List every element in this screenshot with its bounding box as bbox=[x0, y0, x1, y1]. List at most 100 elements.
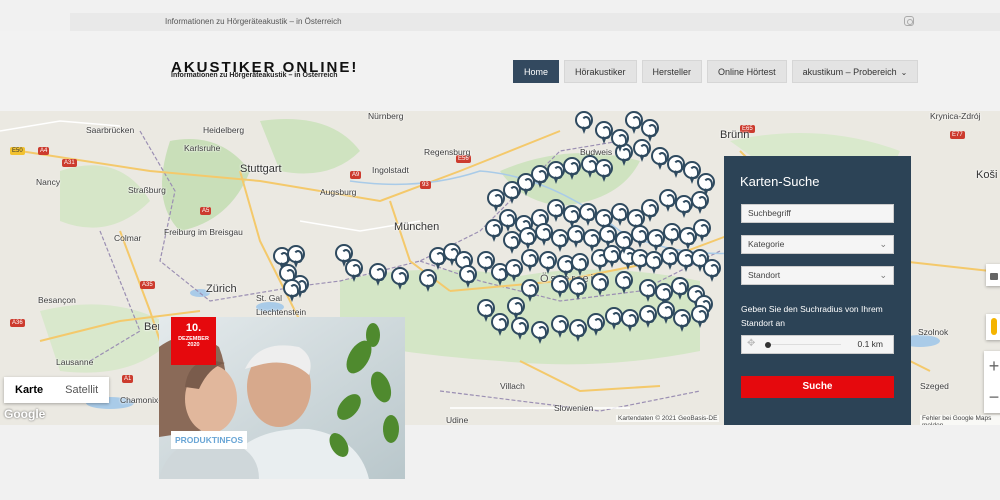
hearing-aid-marker-icon[interactable] bbox=[551, 275, 569, 299]
hearing-aid-marker-icon[interactable] bbox=[615, 271, 633, 295]
hearing-aid-marker-icon[interactable] bbox=[659, 189, 677, 213]
marker-head bbox=[691, 191, 709, 209]
marker-head bbox=[697, 173, 715, 191]
hearing-aid-marker-icon[interactable] bbox=[691, 191, 709, 215]
hearing-aid-marker-icon[interactable] bbox=[675, 195, 693, 219]
map-label-zurich: Zürich bbox=[206, 283, 237, 295]
hearing-aid-marker-icon[interactable] bbox=[547, 199, 565, 223]
nav-item-hoerakustiker[interactable]: Hörakustiker bbox=[564, 60, 637, 83]
chevron-down-icon: ⌄ bbox=[879, 239, 887, 249]
map-label-slowenien: Slowenien bbox=[554, 403, 594, 413]
map-error-report-link[interactable]: Fehler bei Google Maps melden bbox=[920, 415, 1000, 425]
hearing-aid-marker-icon[interactable] bbox=[611, 203, 629, 227]
hearing-aid-marker-icon[interactable] bbox=[673, 309, 691, 333]
highway-shield: E50 bbox=[10, 147, 25, 155]
pegman-icon[interactable] bbox=[986, 314, 1000, 340]
map-label-besancon: Besançon bbox=[38, 295, 76, 305]
highway-shield: A9 bbox=[350, 171, 362, 179]
slider-handle[interactable] bbox=[765, 342, 771, 348]
hearing-aid-marker-icon[interactable] bbox=[575, 111, 593, 135]
site-header: AKUSTIKER ONLINE! Informationen zu Hörge… bbox=[0, 31, 1000, 111]
marker-head bbox=[595, 159, 613, 177]
hearing-aid-marker-icon[interactable] bbox=[579, 203, 597, 227]
hearing-aid-marker-icon[interactable] bbox=[511, 317, 529, 341]
hearing-aid-marker-icon[interactable] bbox=[539, 251, 557, 275]
hearing-aid-marker-icon[interactable] bbox=[569, 319, 587, 343]
marker-head bbox=[693, 219, 711, 237]
marker-head bbox=[507, 297, 525, 315]
post-date-day: 10. bbox=[185, 322, 202, 334]
zoom-out-button[interactable]: − bbox=[984, 382, 1000, 413]
zoom-in-button[interactable]: + bbox=[984, 351, 1000, 382]
hearing-aid-marker-icon[interactable] bbox=[459, 265, 477, 289]
marker-head bbox=[551, 275, 569, 293]
map-label-szeged: Szeged bbox=[920, 381, 949, 391]
zoom-control: + − bbox=[984, 351, 1000, 413]
hearing-aid-marker-icon[interactable] bbox=[693, 219, 711, 243]
marker-head bbox=[569, 319, 587, 337]
highway-shield: 93 bbox=[420, 181, 431, 189]
hearing-aid-marker-icon[interactable] bbox=[391, 267, 409, 291]
hearing-aid-marker-icon[interactable] bbox=[591, 273, 609, 297]
chevron-down-icon: ⌄ bbox=[879, 270, 887, 280]
search-button[interactable]: Suche bbox=[741, 376, 894, 398]
hearing-aid-marker-icon[interactable] bbox=[531, 321, 549, 345]
hearing-aid-marker-icon[interactable] bbox=[691, 305, 709, 329]
hearing-aid-marker-icon[interactable] bbox=[563, 157, 581, 181]
marker-head bbox=[639, 305, 657, 323]
nav-item-hersteller[interactable]: Hersteller bbox=[641, 60, 703, 83]
hearing-aid-marker-icon[interactable] bbox=[283, 279, 301, 303]
marker-head bbox=[591, 273, 609, 291]
hearing-aid-marker-icon[interactable] bbox=[551, 315, 569, 339]
location-select[interactable]: Standort ⌄ bbox=[741, 266, 894, 285]
category-select[interactable]: Kategorie ⌄ bbox=[741, 235, 894, 254]
hearing-aid-marker-icon[interactable] bbox=[595, 159, 613, 183]
lock-icon[interactable] bbox=[986, 264, 1000, 286]
post-category-tag[interactable]: PRODUKTINFOS bbox=[171, 431, 247, 449]
hearing-aid-marker-icon[interactable] bbox=[621, 309, 639, 333]
highway-shield: A36 bbox=[10, 319, 25, 327]
marker-head bbox=[675, 195, 693, 213]
hearing-aid-marker-icon[interactable] bbox=[641, 119, 659, 143]
nav-item-home[interactable]: Home bbox=[513, 60, 560, 83]
map-label-heidelberg: Heidelberg bbox=[203, 125, 245, 135]
map-label-muenchen: München bbox=[394, 221, 440, 233]
map-label-lausanne: Lausanne bbox=[56, 357, 94, 367]
post-date-badge: 10. DEZEMBER 2020 bbox=[171, 317, 216, 365]
marker-head bbox=[485, 219, 503, 237]
hearing-aid-marker-icon[interactable] bbox=[521, 249, 539, 273]
hearing-aid-marker-icon[interactable] bbox=[587, 313, 605, 337]
instagram-icon[interactable] bbox=[904, 16, 914, 26]
hearing-aid-marker-icon[interactable] bbox=[419, 269, 437, 293]
blog-post-card[interactable]: 10. DEZEMBER 2020 PRODUKTINFOS bbox=[159, 317, 405, 479]
marker-head bbox=[659, 189, 677, 207]
highway-shield: A5 bbox=[200, 207, 212, 215]
hearing-aid-marker-icon[interactable] bbox=[571, 253, 589, 277]
hearing-aid-marker-icon[interactable] bbox=[491, 313, 509, 337]
map-search-panel: Karten-Suche Suchbegriff Kategorie ⌄ Sta… bbox=[724, 156, 911, 425]
nav-item-akustikum[interactable]: akustikum – Probereich ⌄ bbox=[791, 60, 919, 83]
map-attribution[interactable]: Kartendaten © 2021 GeoBasis-DE bbox=[616, 415, 720, 422]
marker-head bbox=[551, 315, 569, 333]
hearing-aid-marker-icon[interactable] bbox=[703, 259, 721, 283]
nav-item-online-hoertest[interactable]: Online Hörtest bbox=[707, 60, 787, 83]
map-label-saarbruecken: Saarbrücken bbox=[86, 125, 135, 135]
search-term-input[interactable]: Suchbegriff bbox=[741, 204, 894, 223]
map-type-karte-button[interactable]: Karte bbox=[4, 377, 54, 403]
map-label-kosice: Koši bbox=[976, 169, 998, 181]
radius-slider[interactable]: ✥ 0.1 km bbox=[741, 335, 894, 354]
post-date-year: 2020 bbox=[187, 342, 200, 348]
map-label-ingolstadt: Ingolstadt bbox=[372, 165, 409, 175]
top-bar: Informationen zu Hörgeräteakustik – in Ö… bbox=[70, 13, 1000, 31]
hearing-aid-marker-icon[interactable] bbox=[485, 219, 503, 243]
marker-head bbox=[571, 253, 589, 271]
google-logo: Google bbox=[4, 407, 46, 421]
radius-value: 0.1 km bbox=[857, 339, 883, 349]
hearing-aid-marker-icon[interactable] bbox=[369, 263, 387, 287]
marker-head bbox=[641, 119, 659, 137]
hearing-aid-marker-icon[interactable] bbox=[639, 305, 657, 329]
hearing-aid-marker-icon[interactable] bbox=[569, 277, 587, 301]
map-type-satellit-button[interactable]: Satellit bbox=[54, 377, 109, 403]
hearing-aid-marker-icon[interactable] bbox=[345, 259, 363, 283]
site-logo-subtitle: Informationen zu Hörgeräteakustik – in Ö… bbox=[171, 72, 338, 79]
